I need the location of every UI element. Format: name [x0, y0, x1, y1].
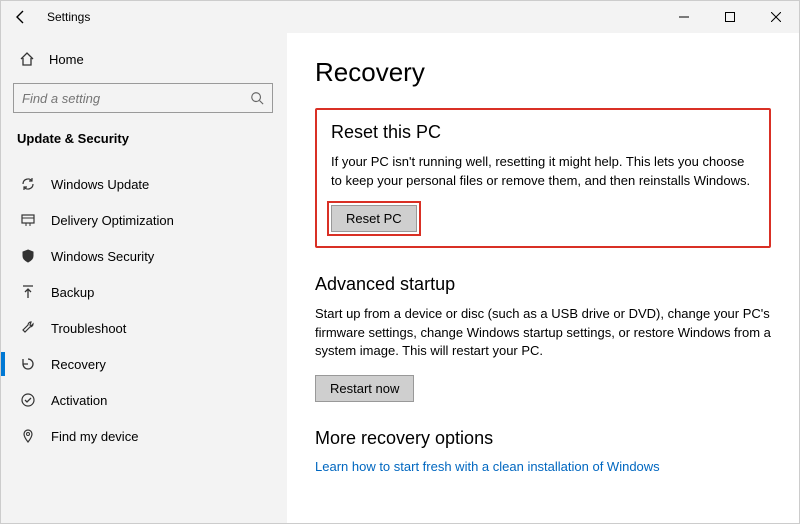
sidebar: Home Update & Security Windows Update De… [1, 33, 287, 523]
sidebar-item-delivery-optimization[interactable]: Delivery Optimization [13, 202, 273, 238]
close-icon [771, 12, 781, 22]
delivery-icon [19, 212, 37, 228]
reset-pc-title: Reset this PC [331, 122, 755, 143]
advanced-startup-section: Advanced startup Start up from a device … [315, 274, 771, 403]
home-label: Home [49, 52, 84, 67]
close-button[interactable] [753, 1, 799, 33]
sidebar-item-activation[interactable]: Activation [13, 382, 273, 418]
sidebar-item-recovery[interactable]: Recovery [13, 346, 273, 382]
minimize-button[interactable] [661, 1, 707, 33]
shield-icon [19, 248, 37, 264]
sidebar-item-label: Find my device [51, 429, 138, 444]
advanced-startup-title: Advanced startup [315, 274, 771, 295]
page-title: Recovery [315, 57, 771, 88]
check-icon [19, 392, 37, 408]
more-recovery-section: More recovery options Learn how to start… [315, 428, 771, 474]
recovery-icon [19, 356, 37, 372]
sidebar-item-find-my-device[interactable]: Find my device [13, 418, 273, 454]
arrow-left-icon [13, 9, 29, 25]
search-box[interactable] [13, 83, 273, 113]
back-button[interactable] [1, 1, 41, 33]
sidebar-item-label: Windows Security [51, 249, 154, 264]
sync-icon [19, 176, 37, 192]
restart-now-button[interactable]: Restart now [315, 375, 414, 402]
sidebar-item-label: Recovery [51, 357, 106, 372]
reset-pc-section: Reset this PC If your PC isn't running w… [315, 108, 771, 248]
location-icon [19, 428, 37, 444]
maximize-button[interactable] [707, 1, 753, 33]
home-icon [19, 51, 35, 67]
more-recovery-title: More recovery options [315, 428, 771, 449]
sidebar-item-backup[interactable]: Backup [13, 274, 273, 310]
content-area: Recovery Reset this PC If your PC isn't … [287, 33, 799, 523]
fresh-install-link[interactable]: Learn how to start fresh with a clean in… [315, 459, 771, 474]
sidebar-item-label: Backup [51, 285, 94, 300]
reset-pc-description: If your PC isn't running well, resetting… [331, 153, 755, 191]
sidebar-item-label: Troubleshoot [51, 321, 126, 336]
home-link[interactable]: Home [13, 47, 273, 71]
wrench-icon [19, 320, 37, 336]
backup-icon [19, 284, 37, 300]
sidebar-item-label: Delivery Optimization [51, 213, 174, 228]
maximize-icon [725, 12, 735, 22]
window-controls [661, 1, 799, 33]
reset-pc-button[interactable]: Reset PC [331, 205, 417, 232]
sidebar-item-windows-update[interactable]: Windows Update [13, 166, 273, 202]
sidebar-item-label: Activation [51, 393, 107, 408]
sidebar-item-windows-security[interactable]: Windows Security [13, 238, 273, 274]
search-input[interactable] [22, 91, 250, 106]
sidebar-item-troubleshoot[interactable]: Troubleshoot [13, 310, 273, 346]
sidebar-item-label: Windows Update [51, 177, 149, 192]
search-icon [250, 91, 264, 105]
titlebar: Settings [1, 1, 799, 33]
advanced-startup-description: Start up from a device or disc (such as … [315, 305, 771, 362]
section-label: Update & Security [13, 131, 273, 146]
app-title: Settings [47, 10, 90, 24]
minimize-icon [679, 12, 689, 22]
